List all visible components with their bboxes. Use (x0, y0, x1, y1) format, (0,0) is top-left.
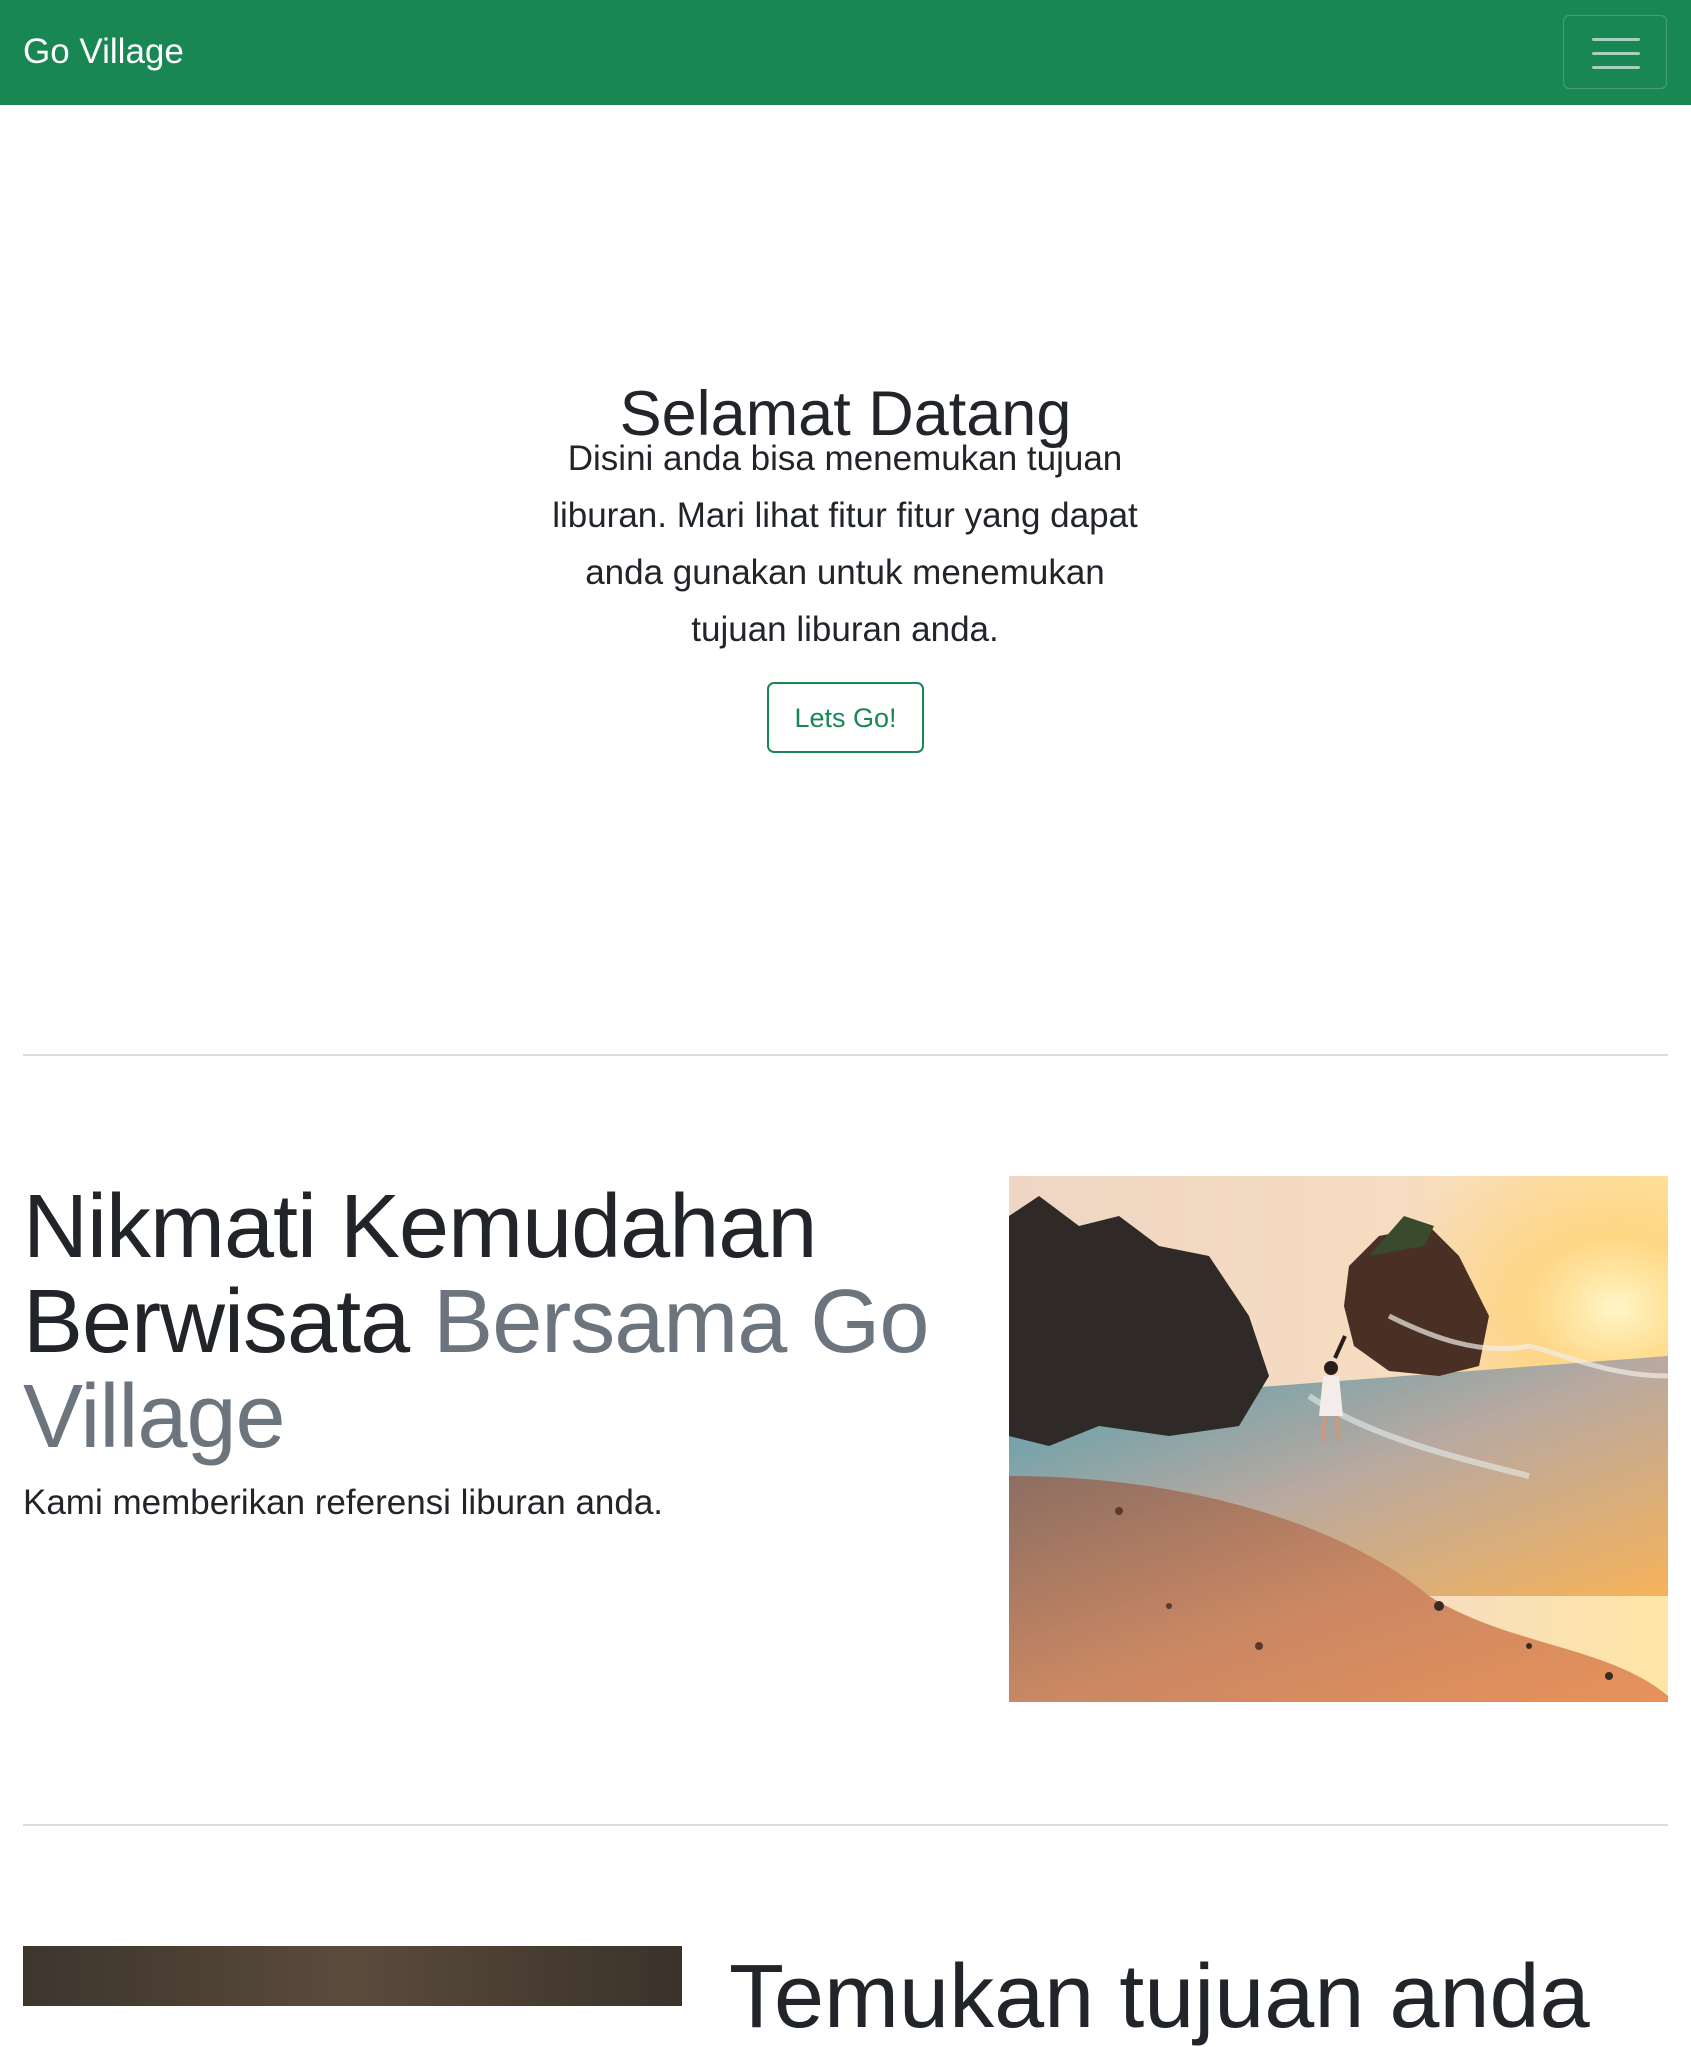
navbar-toggler-button[interactable] (1563, 15, 1667, 89)
feature-1-lead: Kami memberikan referensi liburan anda. (23, 1483, 664, 1522)
temple-image (23, 1946, 682, 2006)
section-divider (23, 1054, 1668, 1056)
beach-sunset-image (1009, 1176, 1668, 1702)
brand-link[interactable]: Go Village (23, 30, 184, 74)
feature-2-heading: Temukan tujuan anda (729, 1947, 1590, 2047)
hero-text: Disini anda bisa menemukan tujuan libura… (552, 439, 1138, 649)
navbar: Go Village (0, 0, 1691, 105)
feature-1-heading: Nikmati Kemudahan Berwisata Bersama Go V… (23, 1180, 983, 1465)
lets-go-button[interactable]: Lets Go! (767, 682, 924, 753)
section-divider (23, 1824, 1668, 1826)
